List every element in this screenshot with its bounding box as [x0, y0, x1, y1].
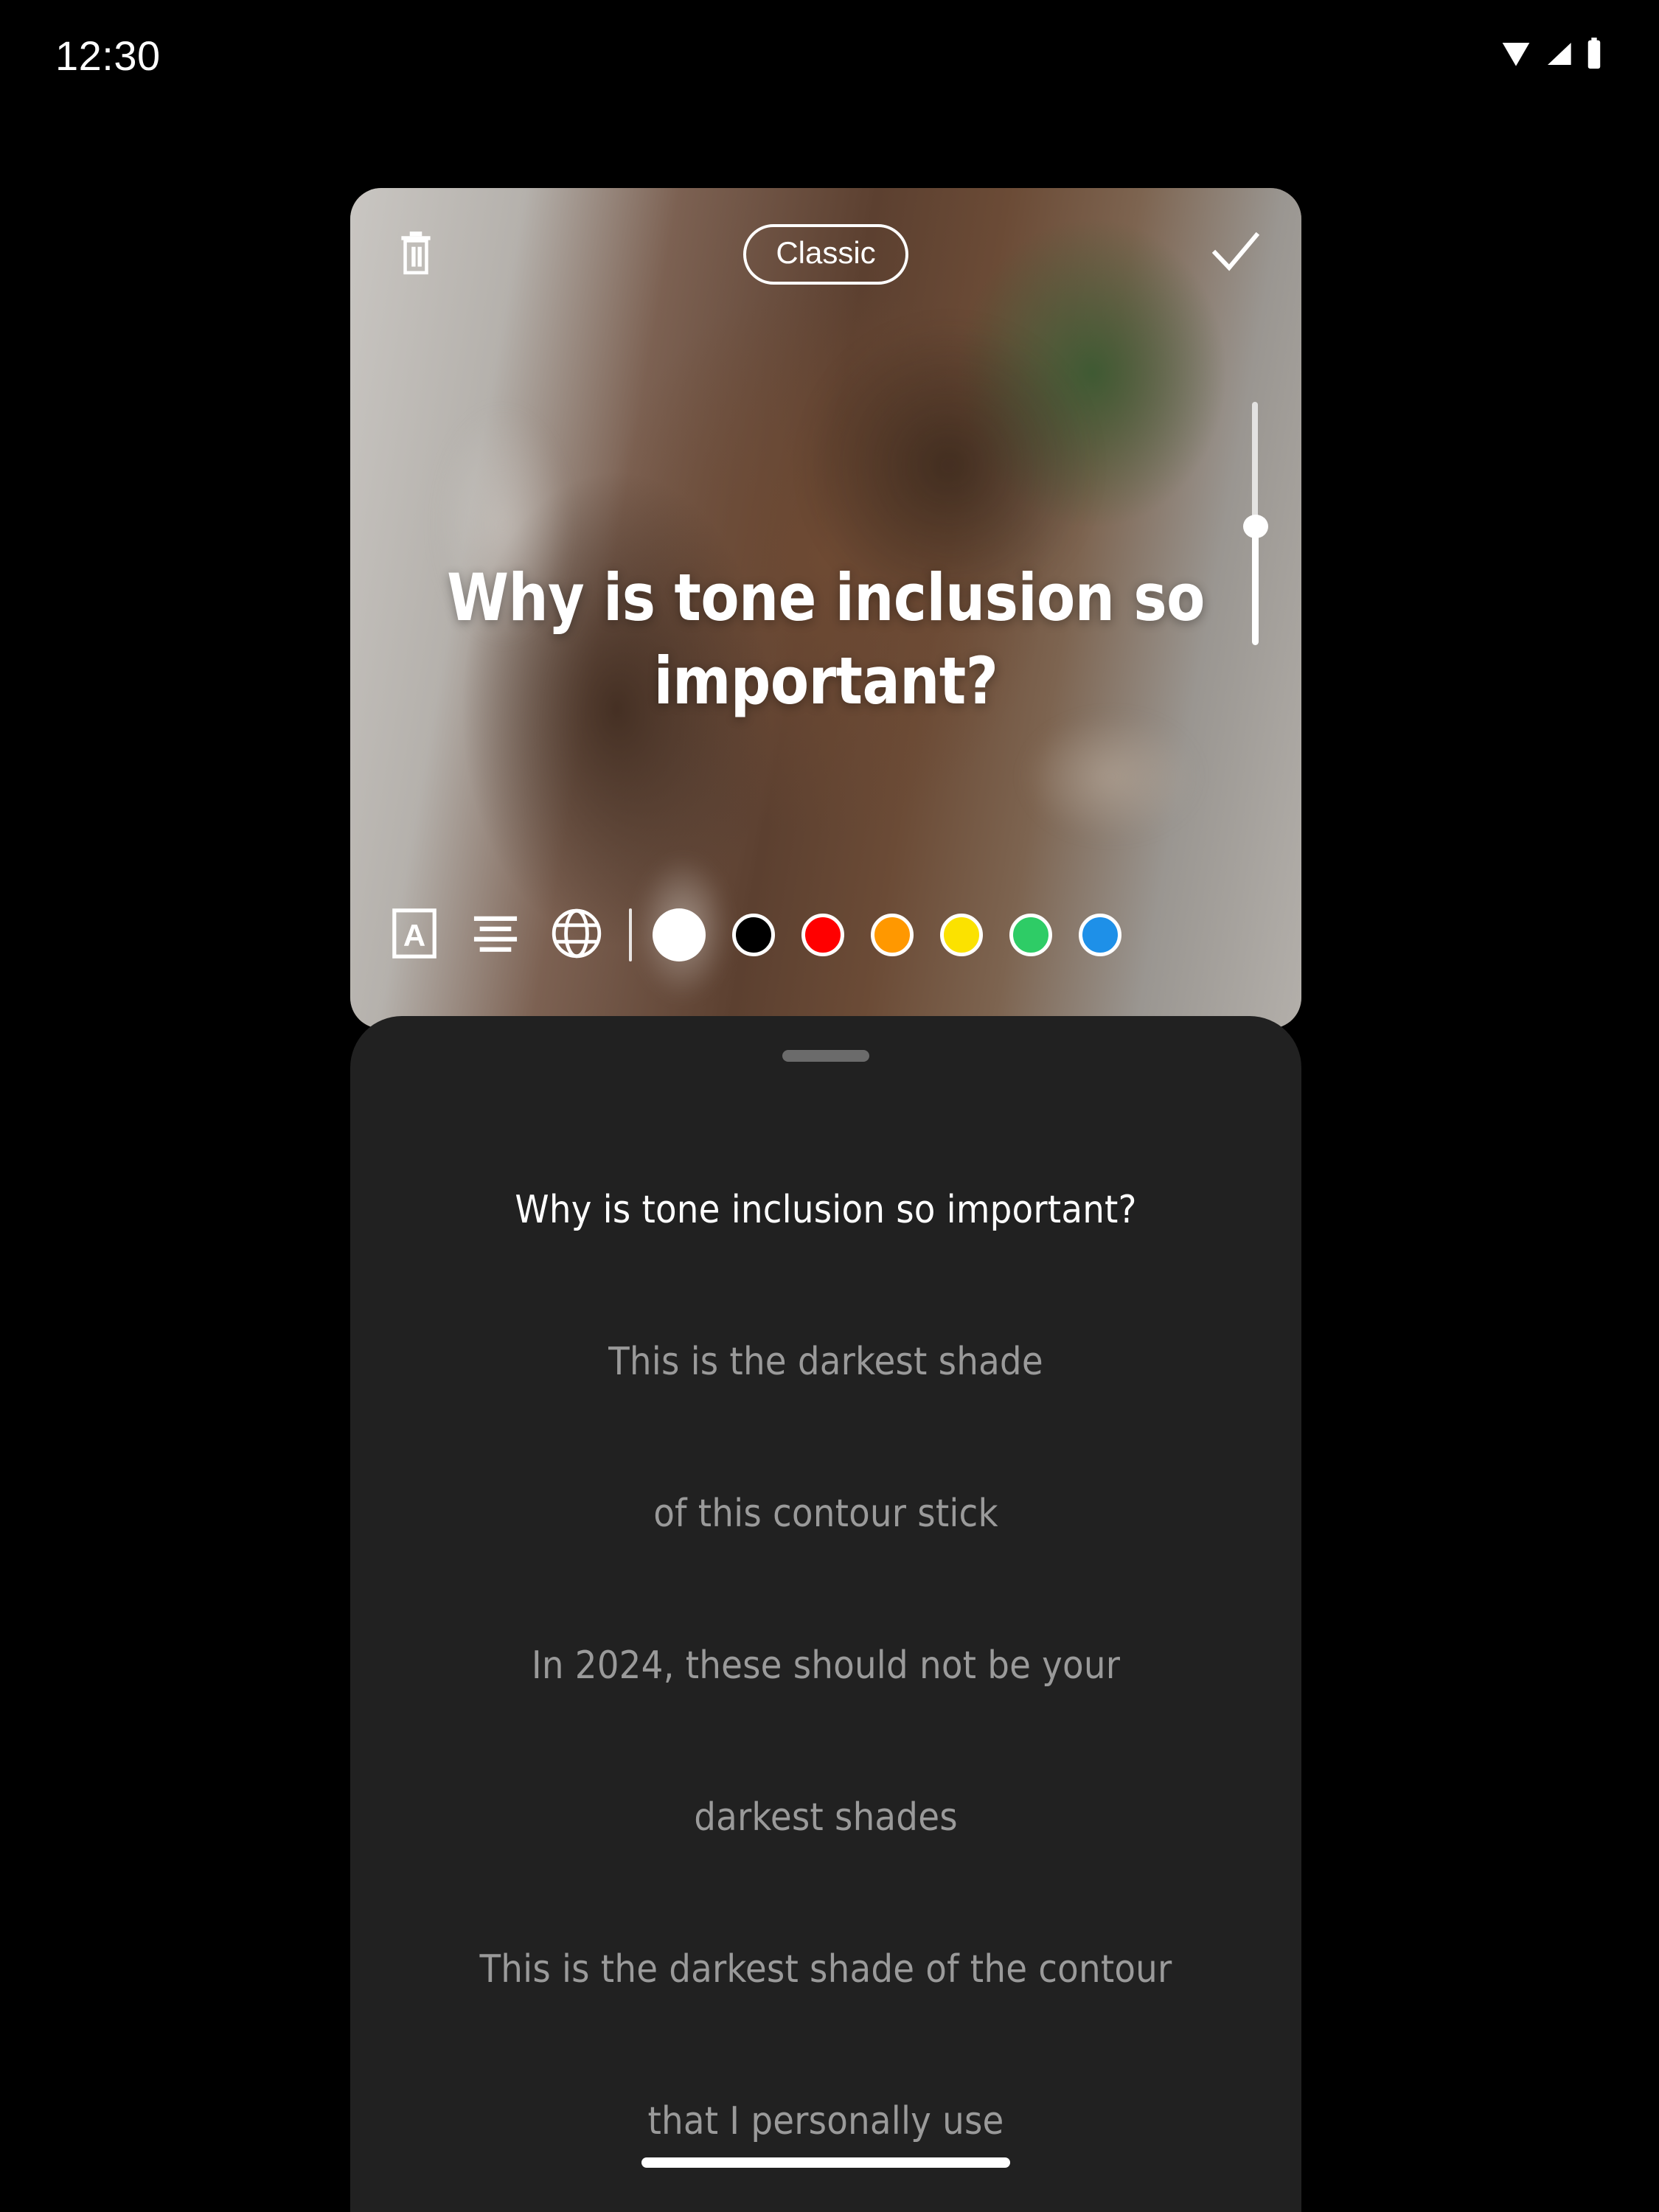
text-background-icon: A	[392, 908, 437, 962]
home-indicator	[641, 2157, 1010, 2168]
translate-globe-icon	[552, 908, 602, 962]
svg-text:A: A	[403, 918, 425, 953]
transcript-line[interactable]: Why is tone inclusion so important?	[350, 1134, 1301, 1286]
text-editing-toolbar: A	[350, 902, 1301, 968]
font-style-button[interactable]: Classic	[743, 224, 908, 285]
wifi-icon	[1499, 39, 1533, 72]
drag-handle[interactable]	[782, 1050, 869, 1062]
text-background-button[interactable]: A	[374, 902, 455, 968]
video-text-overlay[interactable]: Why is tone inclusion so important?	[405, 557, 1247, 723]
color-swatch-blue[interactable]	[1079, 914, 1121, 956]
trash-icon	[397, 230, 435, 279]
status-bar-clock: 12:30	[55, 32, 161, 79]
color-swatch-white[interactable]	[653, 908, 706, 961]
transcript-line[interactable]: In 2024, these should not be your	[350, 1590, 1301, 1742]
color-swatch-black[interactable]	[732, 914, 775, 956]
color-swatch-list	[653, 908, 1121, 961]
slider-thumb[interactable]	[1243, 515, 1268, 538]
transcript-line[interactable]: darkest shades	[350, 1742, 1301, 1893]
status-bar: 12:30	[0, 0, 1659, 111]
text-align-center-icon	[473, 913, 518, 958]
transcript-list[interactable]: Why is tone inclusion so important? This…	[350, 1134, 1301, 2197]
transcript-line[interactable]: that I personally use	[350, 2045, 1301, 2197]
text-size-slider[interactable]	[1240, 402, 1270, 645]
color-swatch-green[interactable]	[1009, 914, 1052, 956]
media-top-toolbar: Classic	[350, 221, 1301, 288]
status-bar-icons	[1499, 37, 1604, 74]
cellular-signal-icon	[1543, 39, 1574, 72]
transcript-bottom-sheet[interactable]: Why is tone inclusion so important? This…	[350, 1016, 1301, 2212]
slider-track-lower	[1252, 526, 1259, 645]
color-swatch-yellow[interactable]	[940, 914, 983, 956]
transcript-line[interactable]: This is the darkest shade	[350, 1286, 1301, 1438]
transcript-line[interactable]: of this contour stick	[350, 1438, 1301, 1590]
text-align-button[interactable]	[455, 902, 536, 968]
toolbar-divider	[629, 908, 632, 961]
color-swatch-orange[interactable]	[871, 914, 914, 956]
check-icon	[1211, 232, 1260, 277]
transcript-line[interactable]: This is the darkest shade of the contour	[350, 1893, 1301, 2045]
battery-icon	[1585, 37, 1604, 74]
translate-button[interactable]	[536, 902, 617, 968]
confirm-button[interactable]	[1206, 224, 1266, 285]
video-preview-canvas[interactable]: Classic Why is tone inclusion so importa…	[350, 188, 1301, 1029]
delete-button[interactable]	[386, 224, 446, 285]
color-swatch-red[interactable]	[801, 914, 844, 956]
slider-track-upper	[1252, 402, 1258, 526]
